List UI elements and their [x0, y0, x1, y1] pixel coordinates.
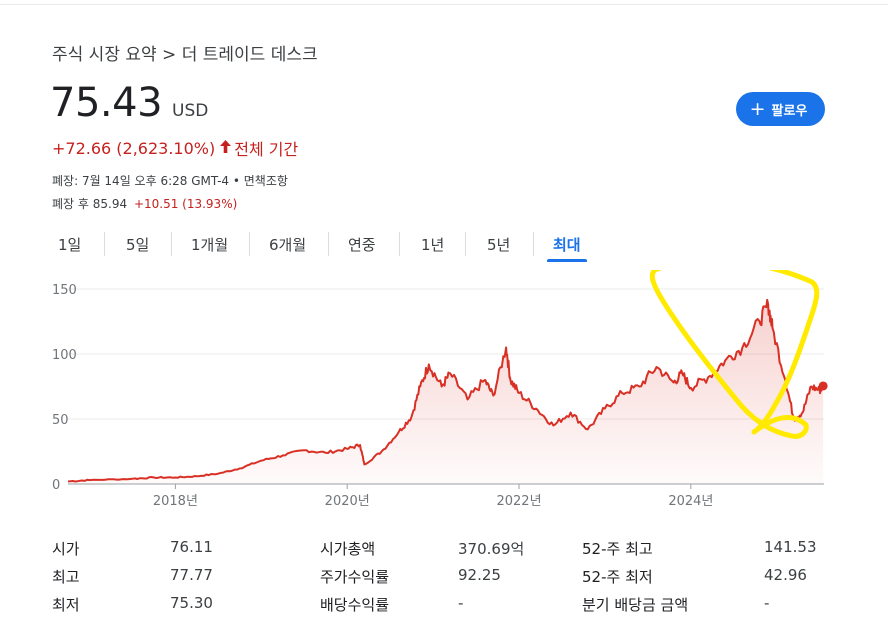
stats-row: 시가 76.11 시가총액 370.69억 52-주 최고 141.53: [52, 530, 842, 558]
follow-button-label: 팔로우: [771, 103, 808, 119]
x-axis-ticks: 2018년 2020년 2022년 2024년: [153, 484, 713, 509]
stat-label: 52-주 최고: [582, 540, 653, 558]
tab-1m[interactable]: 1개월: [191, 226, 228, 262]
x-tick-label: 2018년: [153, 494, 198, 509]
price-chart[interactable]: 150 100 50 0 2018년 2020년 2022년 2024년: [0, 270, 888, 515]
stat-label: 주가수익률: [320, 568, 390, 586]
x-tick-label: 2020년: [325, 494, 370, 509]
stat-label: 시가: [52, 540, 80, 558]
plus-icon: +: [749, 97, 766, 120]
y-tick-label: 150: [52, 283, 77, 298]
tab-divider: [104, 232, 105, 256]
stat-value: 75.30: [170, 594, 213, 612]
y-tick-label: 100: [52, 348, 77, 363]
tab-6m[interactable]: 6개월: [269, 226, 306, 262]
y-tick-label: 50: [52, 413, 69, 428]
x-tick-label: 2024년: [668, 494, 713, 509]
period-label: 전체 기간: [234, 140, 299, 159]
currency-label: USD: [172, 101, 209, 121]
tab-ytd[interactable]: 연중: [348, 226, 376, 262]
stat-label: 52-주 최저: [582, 568, 653, 586]
top-divider: [0, 4, 888, 5]
current-price: 75.43: [50, 80, 163, 126]
active-tab-indicator: [547, 259, 587, 262]
stat-value: 92.25: [458, 566, 501, 584]
market-closed-info[interactable]: 폐장: 7월 14일 오후 6:28 GMT-4 • 면책조항: [52, 172, 288, 189]
stat-label: 최저: [52, 596, 80, 614]
price-area: [68, 299, 824, 484]
stats-row: 최저 75.30 배당수익률 - 분기 배당금 금액 -: [52, 586, 842, 614]
stat-label: 배당수익률: [320, 596, 390, 614]
stat-label: 최고: [52, 568, 80, 586]
stat-value: -: [458, 594, 464, 612]
price-change-row: +72.66 (2,623.10%) 전체 기간: [52, 136, 298, 160]
tab-divider: [249, 232, 250, 256]
follow-button[interactable]: + 팔로우: [736, 92, 825, 126]
tab-1y[interactable]: 1년: [421, 226, 444, 262]
after-hours-info: 폐장 후 85.94 +10.51 (13.93%): [52, 195, 237, 212]
y-axis-ticks: 150 100 50 0: [52, 283, 77, 493]
breadcrumb[interactable]: 주식 시장 요약 > 더 트레이드 데스크: [52, 40, 318, 65]
tab-divider: [533, 232, 534, 256]
arrow-up-icon: [220, 139, 232, 157]
stat-value: 76.11: [170, 538, 213, 556]
stat-value: -: [764, 594, 770, 612]
stat-value: 77.77: [170, 566, 213, 584]
stat-label: 시가총액: [320, 540, 376, 558]
after-hours-price: 폐장 후 85.94: [52, 197, 128, 211]
tab-1d[interactable]: 1일: [58, 226, 81, 262]
tab-divider: [328, 232, 329, 256]
tab-divider: [399, 232, 400, 256]
tab-max[interactable]: 최대: [547, 226, 587, 262]
x-tick-label: 2022년: [496, 494, 541, 509]
current-price-dot: [818, 381, 828, 391]
price-change: +72.66 (2,623.10%): [52, 138, 216, 158]
stat-value: 370.69억: [458, 540, 525, 558]
stat-value: 141.53: [764, 538, 817, 556]
stat-value: 42.96: [764, 566, 807, 584]
tab-divider: [171, 232, 172, 256]
tab-5y[interactable]: 5년: [487, 226, 510, 262]
tab-divider: [465, 232, 466, 256]
stats-row: 최고 77.77 주가수익률 92.25 52-주 최저 42.96: [52, 558, 842, 586]
stat-label: 분기 배당금 금액: [582, 596, 689, 614]
y-tick-label: 0: [52, 478, 60, 493]
tab-5d[interactable]: 5일: [126, 226, 149, 262]
price-row: 75.43 USD: [50, 80, 208, 126]
after-hours-change: +10.51 (13.93%): [133, 197, 238, 211]
